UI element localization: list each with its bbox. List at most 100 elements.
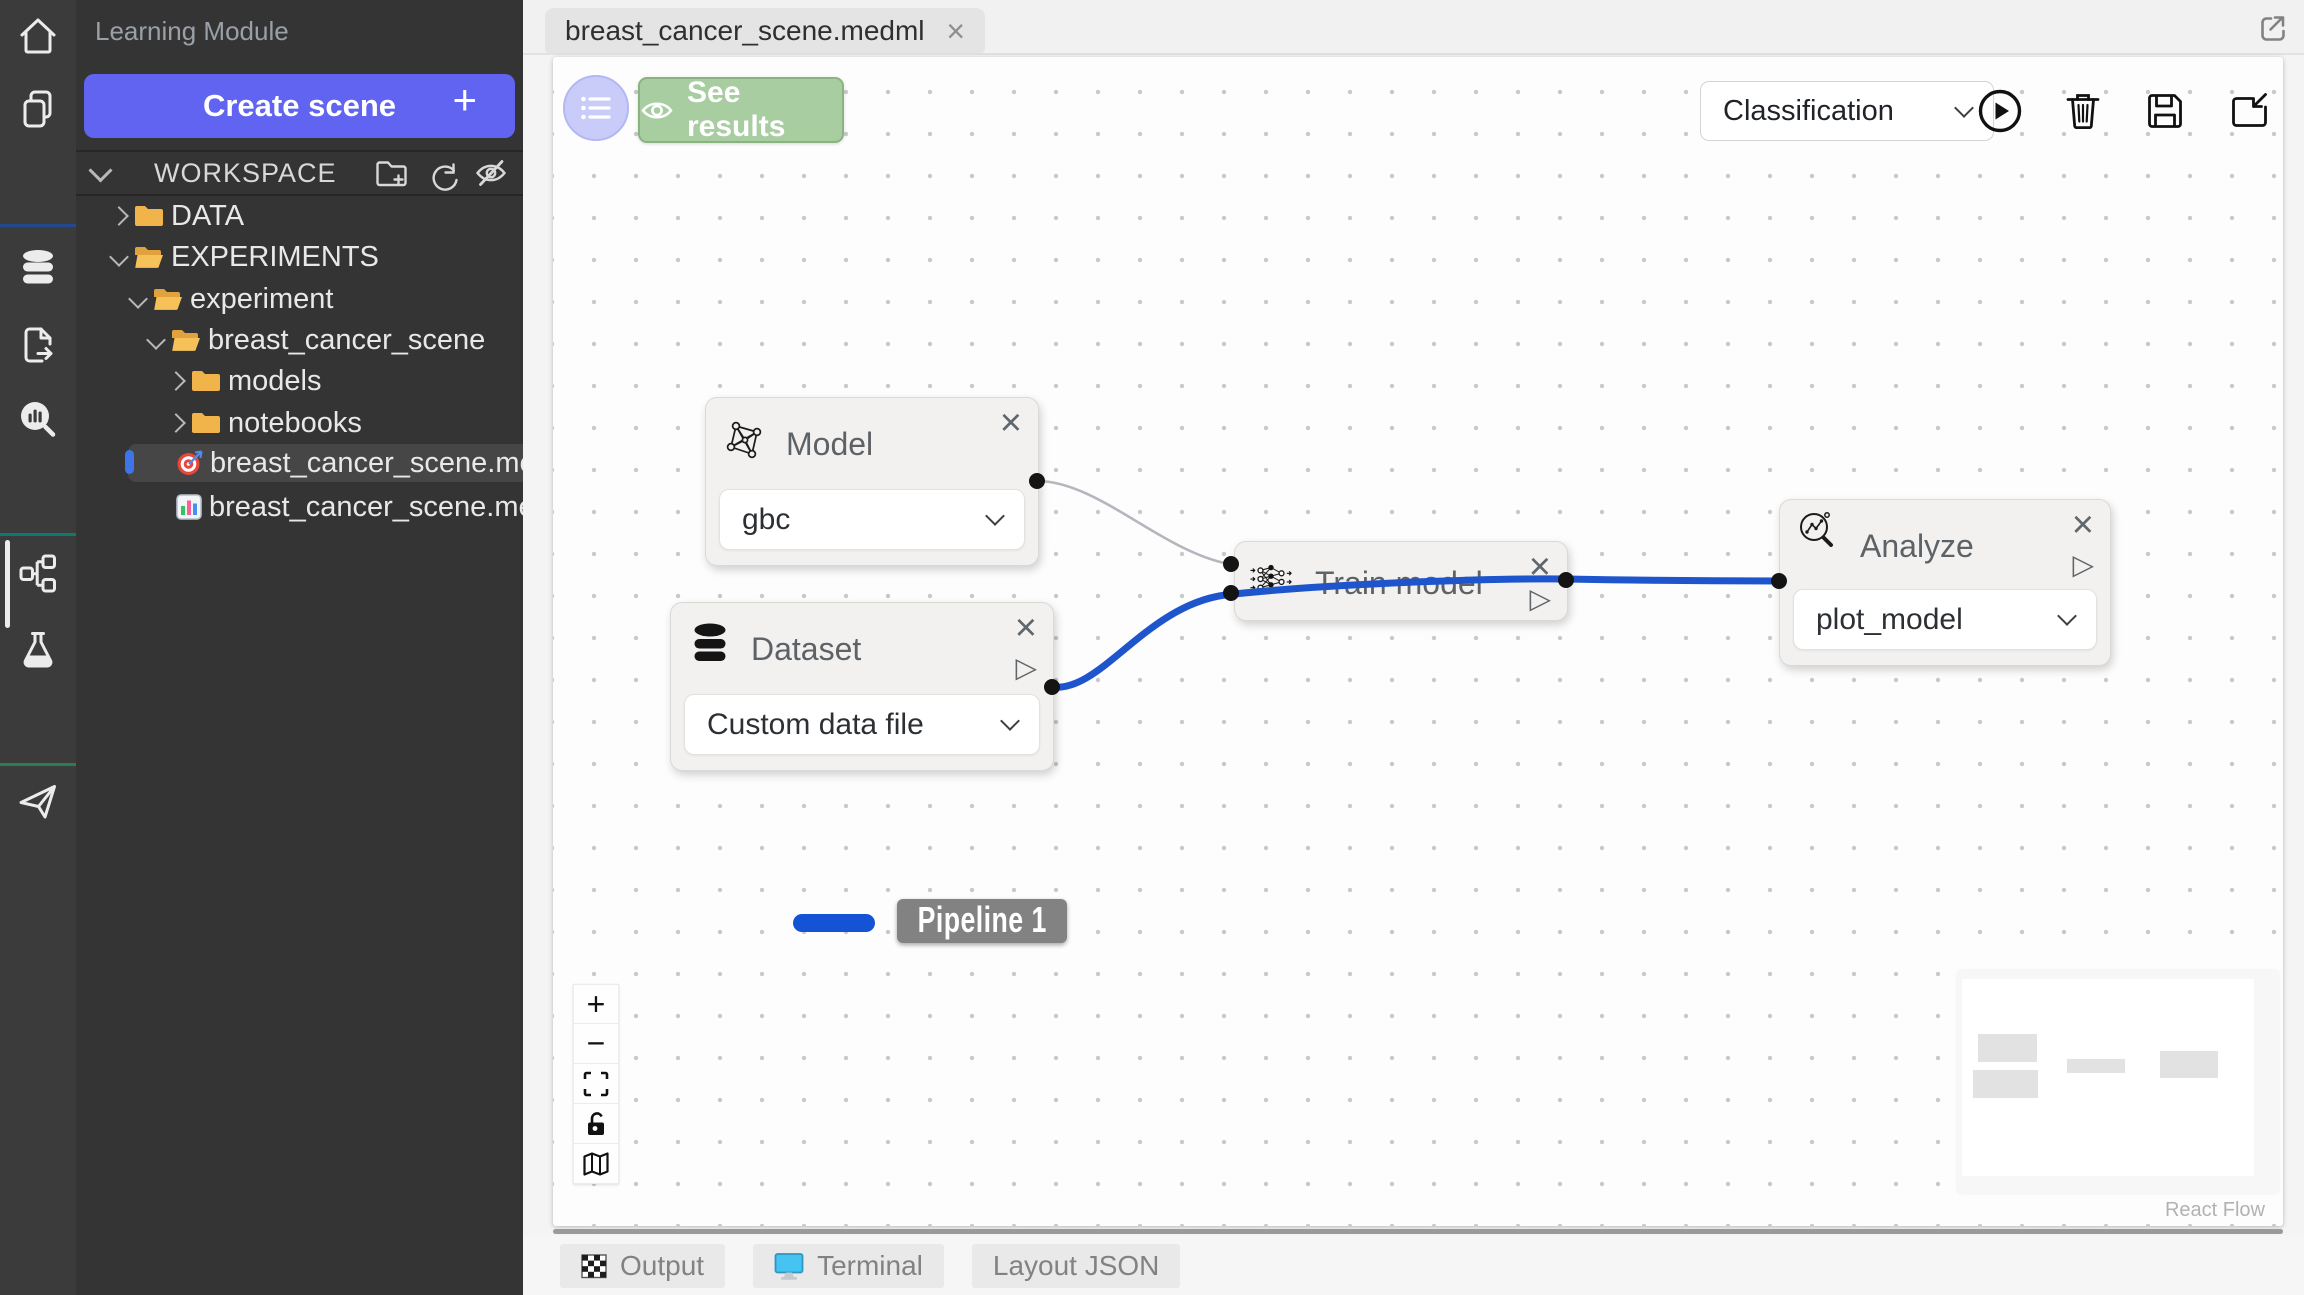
scene-type-value: Classification [1723,95,1894,128]
workspace-header[interactable]: WORKSPACE [76,150,523,196]
minimap-node-analyze [2160,1051,2218,1078]
analyze-select[interactable]: plot_model [1793,589,2097,650]
folder-open-icon [134,245,164,269]
minimap-node-train [2067,1059,2125,1073]
open-external-icon[interactable] [2256,12,2288,44]
pipeline-label-text: Pipeline 1 [917,900,1046,941]
chevron-right-icon [166,371,186,391]
close-icon[interactable]: × [1000,404,1022,442]
pipeline-label[interactable]: Pipeline 1 [897,899,1067,943]
node-dataset[interactable]: Dataset × ▷ Custom data file [670,602,1054,771]
scenes-copy-icon[interactable] [14,86,62,134]
node-title: Train model [1315,565,1483,602]
model-network-icon [722,416,768,462]
chevron-down-icon [128,289,148,309]
send-icon[interactable] [14,776,62,824]
minimap-viewport [1962,979,2254,1176]
handle-train-in-data[interactable] [1223,585,1239,601]
chart-file-icon [176,494,202,520]
tree-item-experiments[interactable]: EXPERIMENTS [111,238,379,276]
tree-item-label: notebooks [228,407,362,440]
refresh-icon[interactable] [423,155,459,191]
import-scene-button[interactable] [2224,87,2272,135]
main-area: breast_cancer_scene.medml × [523,0,2304,1295]
minimap-toggle-button[interactable] [573,1144,619,1184]
create-scene-button[interactable]: Create scene + [84,74,515,138]
folder-open-icon [171,328,201,352]
tree-item-label: EXPERIMENTS [171,241,379,274]
handle-train-out[interactable] [1558,572,1574,588]
terminal-tab[interactable]: Terminal [753,1244,944,1288]
see-results-button[interactable]: See results [638,77,844,143]
layout-json-tab-label: Layout JSON [993,1250,1160,1282]
close-icon[interactable]: × [2072,506,2094,544]
layout-json-tab[interactable]: Layout JSON [972,1244,1181,1288]
fit-view-icon [581,1069,611,1099]
tree-item-label: experiment [190,283,333,316]
run-node-icon[interactable]: ▷ [2072,548,2094,581]
search-stats-icon[interactable] [14,397,62,445]
dataset-select-value: Custom data file [707,708,924,742]
chevron-down-icon [2057,606,2077,626]
chevron-right-icon [109,206,129,226]
run-all-button[interactable] [1976,87,2024,135]
flow-canvas[interactable]: See results Classification [553,57,2283,1226]
minus-icon: − [587,1025,606,1062]
edge-model-train[interactable] [1037,481,1229,564]
pipeline-color-swatch[interactable] [793,914,875,932]
handle-train-in-model[interactable] [1223,556,1239,572]
zoom-in-button[interactable]: + [573,984,619,1024]
file-export-icon[interactable] [14,321,62,369]
plus-icon: + [452,76,477,124]
scene-type-select[interactable]: Classification [1700,81,1994,141]
node-title: Dataset [751,631,861,668]
database-icon[interactable] [14,246,62,294]
create-scene-label: Create scene [203,88,396,124]
zoom-out-button[interactable]: − [573,1024,619,1064]
module-label: Learning Module [95,16,289,47]
minimap-node-dataset [1973,1070,2038,1098]
tree-item-breast-cancer-scene[interactable]: breast_cancer_scene [148,321,485,359]
node-analyze[interactable]: Analyze × ▷ plot_model [1779,499,2111,666]
tab-breast-cancer-scene[interactable]: breast_cancer_scene.medml × [545,8,985,53]
folder-icon [191,369,221,393]
output-tab[interactable]: Output [560,1244,725,1288]
save-button[interactable] [2141,87,2189,135]
dataset-select[interactable]: Custom data file [684,694,1040,755]
fit-view-button[interactable] [573,1064,619,1104]
run-node-icon[interactable]: ▷ [1529,582,1551,615]
node-menu-button[interactable] [563,75,629,141]
plus-icon: + [587,986,606,1023]
workspace-label: WORKSPACE [154,158,337,189]
run-node-icon[interactable]: ▷ [1015,651,1037,684]
close-icon[interactable]: × [1015,609,1037,647]
new-folder-icon[interactable] [373,155,409,191]
icon-rail [0,0,76,1295]
flask-icon[interactable] [14,626,62,674]
eye-off-icon[interactable] [473,155,509,191]
tree-item-experiment[interactable]: experiment [130,280,333,318]
minimap[interactable] [1958,971,2278,1193]
chevron-right-icon [166,413,186,433]
handle-model-out[interactable] [1029,473,1045,489]
tree-item-label: models [228,365,322,398]
tree-item-models[interactable]: models [168,362,322,400]
panel-resize-handle[interactable] [553,1229,2283,1234]
delete-button[interactable] [2059,87,2107,135]
tab-close-icon[interactable]: × [946,17,965,45]
tree-item-notebooks[interactable]: notebooks [168,404,362,442]
handle-dataset-out[interactable] [1044,679,1060,695]
lock-button[interactable] [573,1104,619,1144]
tree-item-medml-selected[interactable]: breast_cancer_scene.medml [128,444,566,482]
home-icon[interactable] [14,12,62,60]
canvas-controls: + − [573,984,619,1184]
model-select[interactable]: gbc [719,489,1025,550]
flow-icon[interactable] [14,549,62,597]
tree-item-data[interactable]: DATA [111,197,244,235]
node-model[interactable]: Model × gbc [705,397,1039,566]
close-icon[interactable]: × [1529,548,1551,586]
node-train-model[interactable]: Train model × ▷ [1234,541,1568,621]
handle-analyze-in[interactable] [1771,573,1787,589]
see-results-label: See results [687,76,842,144]
app-window: Learning Module Create scene + WORKSPACE… [0,0,2304,1295]
